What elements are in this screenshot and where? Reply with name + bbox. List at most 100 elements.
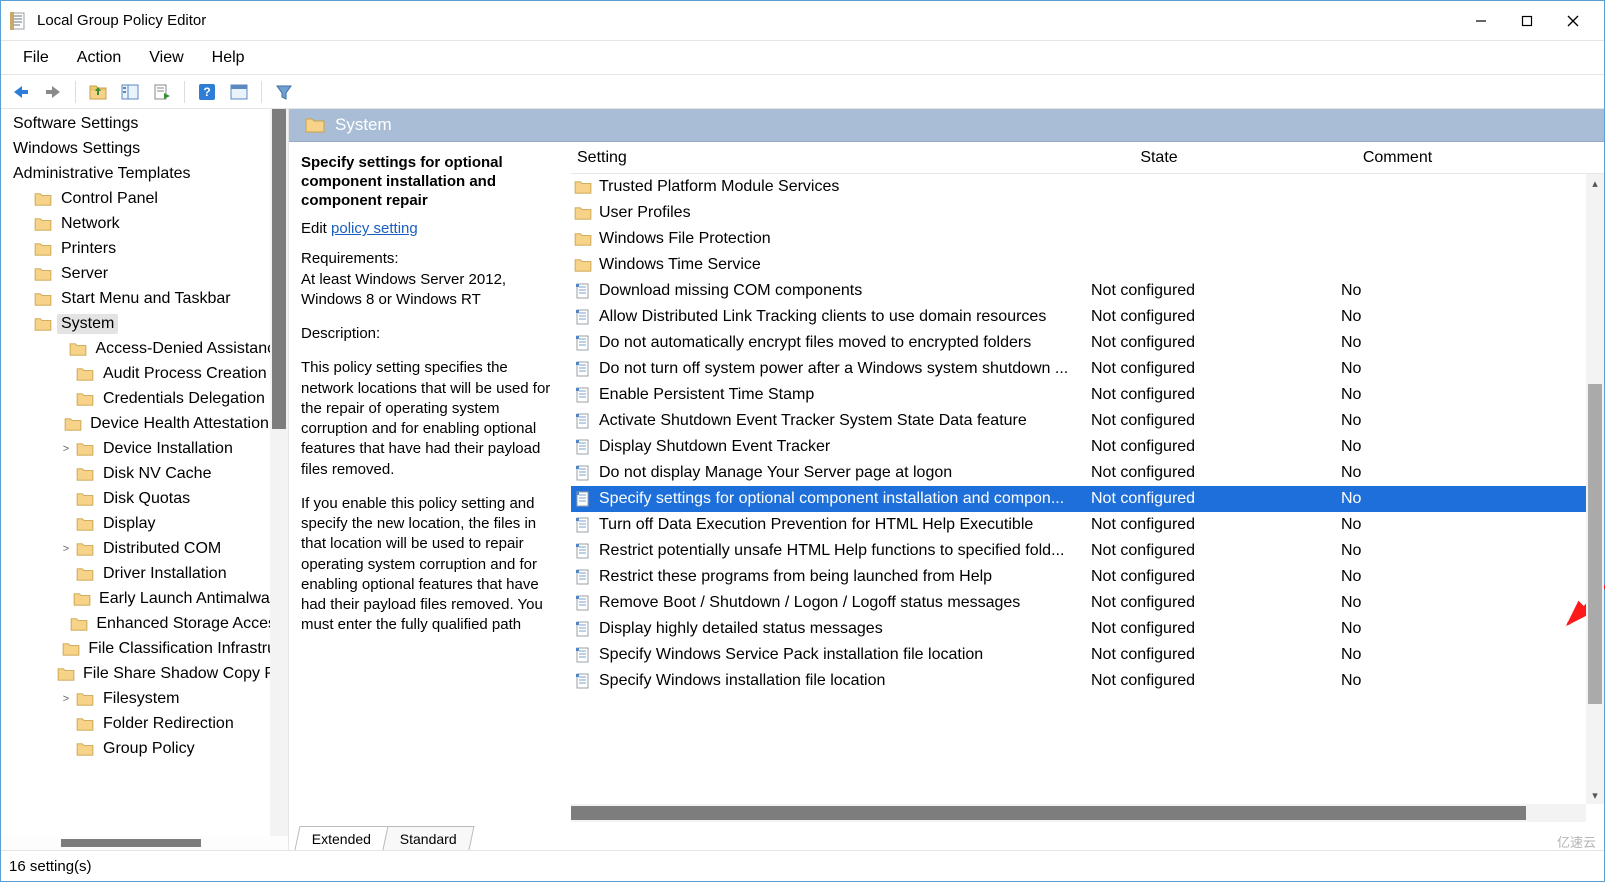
tree-item[interactable]: Enhanced Storage Access <box>1 611 288 636</box>
properties-button[interactable] <box>225 78 253 106</box>
menu-action[interactable]: Action <box>63 45 135 71</box>
tree-item[interactable]: > Filesystem <box>1 686 288 711</box>
tree-item[interactable]: Audit Process Creation <box>1 361 288 386</box>
watermark: 亿速云 <box>1557 832 1596 851</box>
back-button[interactable] <box>7 78 35 106</box>
tree-item[interactable]: Device Health Attestation S <box>1 411 288 436</box>
tree-item[interactable]: Disk NV Cache <box>1 461 288 486</box>
folder-icon <box>33 190 53 208</box>
column-header-state[interactable]: State <box>1091 149 1221 167</box>
settings-row[interactable]: Specify settings for optional component … <box>571 486 1604 512</box>
list-scrollbar-vertical[interactable]: ▴ ▾ <box>1586 174 1604 804</box>
settings-row[interactable]: Enable Persistent Time StampNot configur… <box>571 382 1604 408</box>
expander-icon[interactable]: > <box>57 543 75 555</box>
folder-icon <box>33 240 53 258</box>
help-button[interactable]: ? <box>193 78 221 106</box>
policy-icon <box>571 361 595 377</box>
scroll-up-icon[interactable]: ▴ <box>1586 174 1604 192</box>
tree-item[interactable]: Server <box>1 261 288 286</box>
tree-item-label: Control Panel <box>57 189 162 209</box>
tree-item[interactable]: >Distributed COM <box>1 536 288 561</box>
settings-row[interactable]: Specify Windows Service Pack installatio… <box>571 642 1604 668</box>
settings-row[interactable]: Allow Distributed Link Tracking clients … <box>571 304 1604 330</box>
settings-row[interactable]: Do not turn off system power after a Win… <box>571 356 1604 382</box>
menu-view[interactable]: View <box>135 45 197 71</box>
expander-icon[interactable]: > <box>57 693 75 705</box>
settings-row[interactable]: Windows File Protection <box>571 226 1604 252</box>
tree-item[interactable]: File Share Shadow Copy Pro <box>1 661 288 686</box>
settings-row[interactable]: Windows Time Service <box>571 252 1604 278</box>
folder-icon <box>75 690 95 708</box>
tree-item[interactable]: Group Policy <box>1 736 288 761</box>
policy-icon <box>571 387 595 403</box>
window-maximize-button[interactable] <box>1504 4 1550 38</box>
tree-item[interactable]: Credentials Delegation <box>1 386 288 411</box>
filter-button[interactable] <box>270 78 298 106</box>
tree-item[interactable]: Disk Quotas <box>1 486 288 511</box>
folder-icon <box>75 565 95 583</box>
tree-item[interactable]: Folder Redirection <box>1 711 288 736</box>
setting-state: Not configured <box>1091 568 1221 586</box>
settings-row[interactable]: Display Shutdown Event TrackerNot config… <box>571 434 1604 460</box>
list-scrollbar-horizontal[interactable] <box>571 804 1586 822</box>
folder-icon <box>33 265 53 283</box>
tab-standard[interactable]: Standard <box>383 826 475 850</box>
tree-item[interactable]: System <box>1 311 288 336</box>
tree-item[interactable]: Windows Settings <box>1 136 288 161</box>
setting-name: Allow Distributed Link Tracking clients … <box>599 308 1046 326</box>
tree-item[interactable]: Access-Denied Assistance <box>1 336 288 361</box>
tree-item-label: Windows Settings <box>9 139 144 159</box>
tree-item[interactable]: Driver Installation <box>1 561 288 586</box>
tree-item[interactable]: >Device Installation <box>1 436 288 461</box>
settings-row[interactable]: Do not display Manage Your Server page a… <box>571 460 1604 486</box>
settings-row[interactable]: Download missing COM componentsNot confi… <box>571 278 1604 304</box>
policy-setting-link[interactable]: policy setting <box>331 220 418 237</box>
tree-item[interactable]: Early Launch Antimalware <box>1 586 288 611</box>
scroll-down-icon[interactable]: ▾ <box>1586 786 1604 804</box>
folder-icon <box>69 340 87 358</box>
setting-state: Not configured <box>1091 412 1221 430</box>
tree-item[interactable]: File Classification Infrastruc <box>1 636 288 661</box>
tree-item[interactable]: Display <box>1 511 288 536</box>
tree-item-label: File Share Shadow Copy Pro <box>79 664 288 684</box>
menu-file[interactable]: File <box>9 45 63 71</box>
settings-row[interactable]: Trusted Platform Module Services <box>571 174 1604 200</box>
tree-item[interactable]: Printers <box>1 236 288 261</box>
forward-button[interactable] <box>39 78 67 106</box>
settings-row[interactable]: Activate Shutdown Event Tracker System S… <box>571 408 1604 434</box>
settings-row[interactable]: Restrict these programs from being launc… <box>571 564 1604 590</box>
expander-icon[interactable]: > <box>57 443 75 455</box>
folder-icon <box>33 315 53 333</box>
setting-comment: No <box>1221 386 1582 404</box>
tree-item-label: Software Settings <box>9 114 142 134</box>
settings-row[interactable]: Do not automatically encrypt files moved… <box>571 330 1604 356</box>
tree-item-label: Credentials Delegation <box>99 389 269 409</box>
tree-item-label: Filesystem <box>99 689 183 709</box>
export-list-button[interactable] <box>148 78 176 106</box>
show-hide-tree-button[interactable] <box>116 78 144 106</box>
up-level-button[interactable] <box>84 78 112 106</box>
settings-row[interactable]: Turn off Data Execution Prevention for H… <box>571 512 1604 538</box>
tree-item[interactable]: Start Menu and Taskbar <box>1 286 288 311</box>
tab-extended[interactable]: Extended <box>294 826 388 850</box>
tree-item[interactable]: Administrative Templates <box>1 161 288 186</box>
menu-help[interactable]: Help <box>198 45 259 71</box>
column-header-comment[interactable]: Comment <box>1221 149 1604 167</box>
settings-row[interactable]: User Profiles <box>571 200 1604 226</box>
tree-item[interactable]: Network <box>1 211 288 236</box>
settings-row[interactable]: Specify Windows installation file locati… <box>571 668 1604 694</box>
window-close-button[interactable] <box>1550 4 1596 38</box>
navigation-tree[interactable]: Software Settings Windows SettingsAdminis… <box>1 109 289 850</box>
setting-name: Do not display Manage Your Server page a… <box>599 464 952 482</box>
description-title: Specify settings for optional component … <box>301 154 561 210</box>
tree-scrollbar-vertical[interactable] <box>270 109 288 850</box>
tree-item[interactable]: Control Panel <box>1 186 288 211</box>
settings-row[interactable]: Display highly detailed status messagesN… <box>571 616 1604 642</box>
tree-item-label: Disk Quotas <box>99 489 194 509</box>
tree-item[interactable]: Software Settings <box>1 111 288 136</box>
tree-scrollbar-horizontal[interactable] <box>1 836 288 850</box>
settings-row[interactable]: Remove Boot / Shutdown / Logon / Logoff … <box>571 590 1604 616</box>
window-minimize-button[interactable] <box>1458 4 1504 38</box>
column-header-setting[interactable]: Setting <box>571 149 1091 167</box>
settings-row[interactable]: Restrict potentially unsafe HTML Help fu… <box>571 538 1604 564</box>
